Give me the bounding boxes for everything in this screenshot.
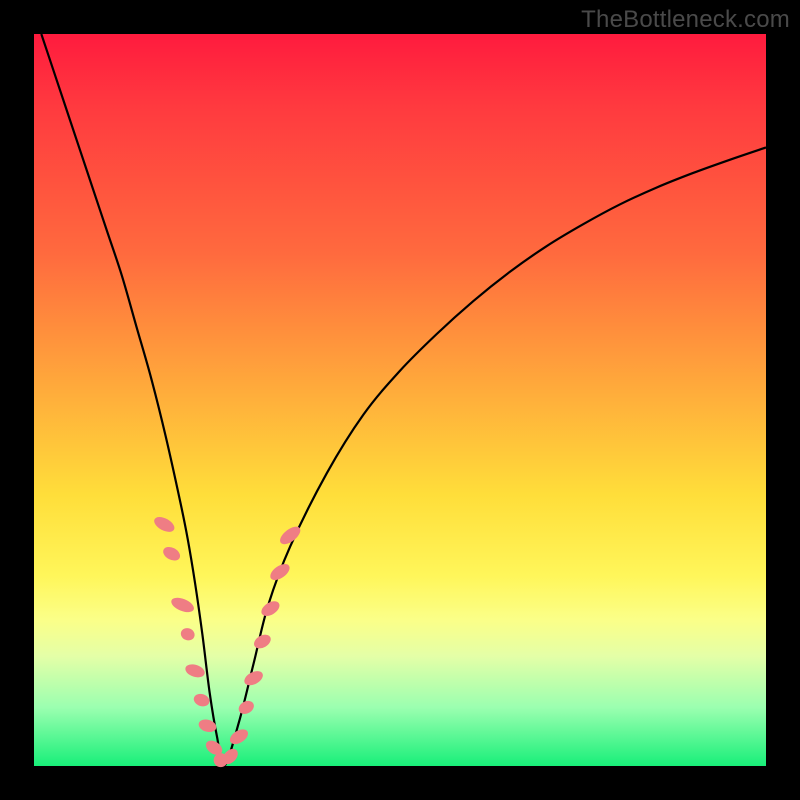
curve-marker [252, 632, 274, 651]
plot-area [34, 34, 766, 766]
watermark-text: TheBottleneck.com [581, 6, 790, 34]
curve-marker [242, 668, 265, 688]
curve-marker [179, 626, 196, 642]
curve-marker [192, 692, 211, 708]
curve-marker [161, 544, 183, 563]
curve-marker [184, 662, 207, 680]
curve-markers [152, 514, 304, 767]
curve-marker [267, 561, 292, 583]
curve-marker [227, 726, 250, 747]
curve-layer [34, 34, 766, 766]
curve-marker [236, 698, 256, 716]
curve-marker [152, 514, 177, 535]
bottleneck-curve [41, 34, 766, 766]
chart-frame: TheBottleneck.com [0, 0, 800, 800]
curve-marker [169, 595, 196, 615]
